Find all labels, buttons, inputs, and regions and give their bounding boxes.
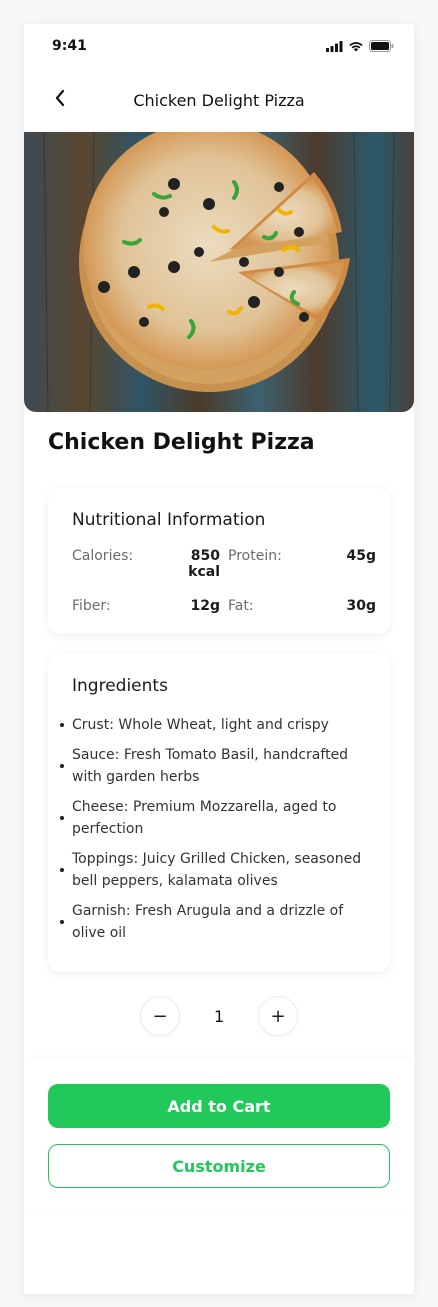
ingredients-title: Ingredients [72,676,168,696]
nutrition-label: Calories: [72,548,134,564]
pizza-image [24,132,414,412]
battery-icon [369,40,394,52]
nutrition-label: Fat: [228,598,254,614]
quantity-value: 1 [214,1006,225,1026]
ingredient-item: Sauce: Fresh Tomato Basil, handcrafted w… [72,744,366,788]
decrease-quantity-button[interactable]: − [140,996,180,1036]
nutrition-grid: Calories: 850 kcal Protein: 45g Fiber: 1… [72,548,376,614]
nutrition-card: Nutritional Information Calories: 850 kc… [48,488,390,634]
back-button[interactable] [48,86,72,110]
ingredient-item: Toppings: Juicy Grilled Chicken, seasone… [72,848,366,892]
phone-screen: 9:41 Chicken Delight Pizza Chicken Delig… [24,24,414,1294]
nutrition-value: 12g [190,598,220,614]
nutrition-label: Protein: [228,548,282,564]
status-bar: 9:41 [24,24,414,68]
nutrition-value: 30g [346,598,376,614]
add-to-cart-button[interactable]: Add to Cart [48,1084,390,1128]
nutrition-value: 850 kcal [188,548,220,580]
ingredient-item: Crust: Whole Wheat, light and crispy [72,714,366,736]
status-icons [326,40,394,52]
action-bar: Add to Cart Customize [24,1060,414,1212]
wifi-icon [349,41,363,51]
ingredients-list: Crust: Whole Wheat, light and crispy Sau… [72,714,366,944]
nav-title: Chicken Delight Pizza [133,90,305,110]
quantity-stepper: − 1 + [24,996,414,1036]
status-time: 9:41 [52,38,87,54]
signal-icon [326,40,343,52]
nutrition-label: Fiber: [72,598,111,614]
ingredients-card: Ingredients Crust: Whole Wheat, light an… [48,654,390,972]
nutrition-title: Nutritional Information [72,510,266,530]
product-title: Chicken Delight Pizza [48,430,315,455]
nutrition-value: 45g [346,548,376,564]
increase-quantity-button[interactable]: + [258,996,298,1036]
customize-button[interactable]: Customize [48,1144,390,1188]
ingredient-item: Cheese: Premium Mozzarella, aged to perf… [72,796,366,840]
nav-bar: Chicken Delight Pizza [24,68,414,132]
chevron-left-icon [55,89,65,107]
ingredient-item: Garnish: Fresh Arugula and a drizzle of … [72,900,366,944]
